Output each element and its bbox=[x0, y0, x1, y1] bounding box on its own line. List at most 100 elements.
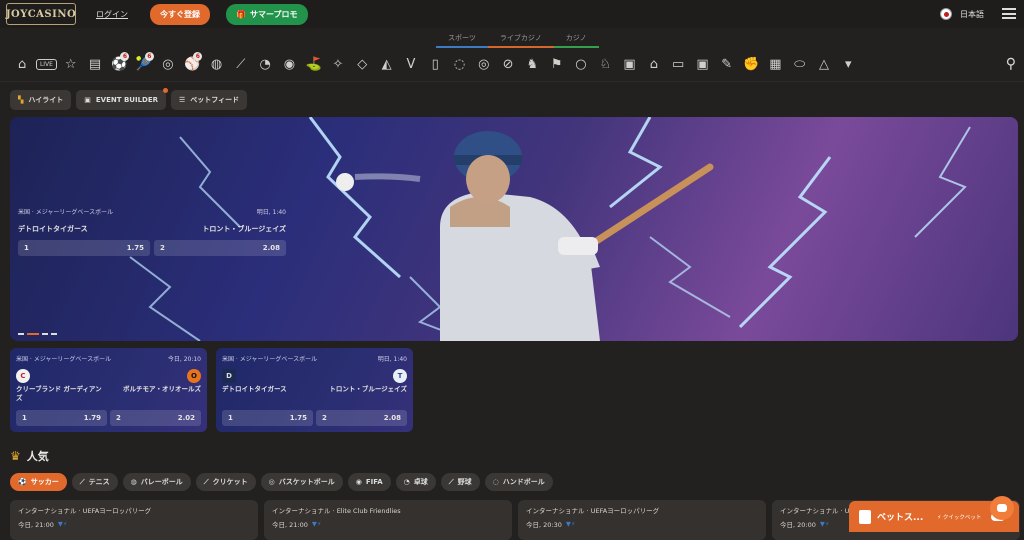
odds-label: 2 bbox=[116, 414, 121, 422]
carousel-dot[interactable] bbox=[18, 333, 24, 335]
event-time: 今日, 21:00 bbox=[18, 521, 54, 529]
chat-support-icon[interactable] bbox=[990, 496, 1014, 520]
betslip-list-icon[interactable]: ▤ bbox=[83, 55, 107, 75]
match-card[interactable]: 米国 · メジャーリーグベースボール 今日, 20:10 C O クリーブランド… bbox=[10, 348, 207, 432]
bet-feed-label: ベットフィード bbox=[190, 96, 240, 104]
site-logo[interactable]: JOYCASINO bbox=[6, 3, 76, 25]
tab-soccer[interactable]: ⚽ サッカー bbox=[10, 473, 67, 491]
carousel-dot[interactable] bbox=[51, 333, 57, 335]
golf-icon[interactable]: ⛳ bbox=[302, 55, 326, 75]
tab-fifa[interactable]: ◉ FIFA bbox=[347, 473, 391, 491]
odds-button-1[interactable]: 1 1.75 bbox=[18, 240, 150, 256]
calendar-icon: ▣ bbox=[84, 96, 91, 104]
chess-icon[interactable]: ♞ bbox=[520, 55, 544, 75]
cricket-icon[interactable]: ⟋ bbox=[229, 55, 253, 75]
snooker-icon[interactable]: ○ bbox=[569, 55, 593, 75]
basketball-icon[interactable]: ◎ bbox=[156, 55, 180, 75]
carousel-dots[interactable] bbox=[18, 333, 57, 335]
tab-basketball[interactable]: ◎ バスケットボール bbox=[260, 473, 343, 491]
home-icon[interactable]: ⌂ bbox=[10, 55, 34, 75]
shirt-icon: ▼⚡ bbox=[311, 520, 322, 528]
odds-label: 2 bbox=[160, 244, 165, 252]
featured-match-card[interactable]: 米国 · メジャーリーグベースボール 明日, 1:40 デトロイトタイガース ト… bbox=[18, 207, 286, 256]
world-icon[interactable]: ◉ bbox=[277, 55, 301, 75]
count-badge: 6 bbox=[144, 51, 154, 61]
hero-banner[interactable]: 米国 · メジャーリーグベースボール 明日, 1:40 デトロイトタイガース ト… bbox=[10, 117, 1018, 341]
event-card[interactable]: インターナショナル · UEFAヨーロッパリーグ 今日, 21:00 ▼⚡ bbox=[10, 500, 258, 540]
odds-button-1[interactable]: 1 1.79 bbox=[16, 410, 107, 426]
event-time-row: 今日, 21:00 ▼⚡ bbox=[18, 519, 250, 529]
esports-icon[interactable]: ◭ bbox=[374, 55, 398, 75]
language-selector[interactable]: 日本語 bbox=[940, 8, 984, 20]
match-teams: デトロイトタイガース トロント・ブルージェイズ bbox=[222, 385, 407, 405]
house-icon[interactable]: ⌂ bbox=[642, 55, 666, 75]
bowling-icon[interactable]: △ bbox=[812, 55, 836, 75]
odds-button-1[interactable]: 1 1.75 bbox=[222, 410, 313, 426]
carousel-dot-active[interactable] bbox=[27, 333, 39, 335]
team2-name: トロント・ブルージェイズ bbox=[202, 225, 286, 233]
tab-label: バレーボール bbox=[140, 478, 183, 486]
odds-button-2[interactable]: 2 2.08 bbox=[316, 410, 407, 426]
vr-soccer-icon[interactable]: ▣ bbox=[690, 55, 714, 75]
summer-promo-label: サマープロモ bbox=[249, 9, 298, 19]
team1-name: クリーブランド ガーディアンズ bbox=[16, 385, 102, 403]
betslip-label: ベットス... bbox=[877, 513, 924, 523]
hamburger-menu-icon[interactable] bbox=[1002, 8, 1016, 19]
rugby-icon[interactable]: ⬭ bbox=[788, 55, 812, 75]
tab-table-tennis[interactable]: ◔ 卓球 bbox=[395, 473, 436, 491]
match-card[interactable]: 米国 · メジャーリーグベースボール 明日, 1:40 D T デトロイトタイガ… bbox=[216, 348, 413, 432]
table-tennis-icon[interactable]: ◔ bbox=[253, 55, 277, 75]
ticket-icon[interactable]: ◇ bbox=[350, 55, 374, 75]
highlight-label: ハイライト bbox=[28, 96, 64, 104]
nba-icon[interactable]: ▭ bbox=[666, 55, 690, 75]
filter-buttons: ▚ ハイライト ▣ EVENT BUILDER ☰ ベットフィード bbox=[10, 88, 248, 110]
match-teams: クリーブランド ガーディアンズ ボルチモア・オリオールズ bbox=[16, 385, 201, 405]
favorites-star-icon[interactable]: ☆ bbox=[59, 55, 83, 75]
login-link[interactable]: ログイン bbox=[96, 9, 128, 20]
tab-cricket[interactable]: ⟋ クリケット bbox=[195, 473, 256, 491]
hockey-icon[interactable]: ▯ bbox=[423, 55, 447, 75]
bet-feed-button[interactable]: ☰ ベットフィード bbox=[171, 90, 248, 110]
tab-volleyball[interactable]: ◍ バレーボール bbox=[122, 473, 191, 491]
register-button[interactable]: 今すぐ登録 bbox=[150, 3, 210, 25]
tab-tennis[interactable]: ⟋ テニス bbox=[71, 473, 118, 491]
highlight-filter-button[interactable]: ▚ ハイライト bbox=[10, 90, 72, 110]
keno-icon[interactable]: ▦ bbox=[763, 55, 787, 75]
event-builder-button[interactable]: ▣ EVENT BUILDER bbox=[76, 88, 169, 110]
tab-handball[interactable]: ◌ ハンドボール bbox=[484, 473, 553, 491]
volleyball-icon[interactable]: ◍ bbox=[204, 55, 228, 75]
tab-casino[interactable]: カジノ bbox=[553, 33, 599, 48]
odds-value: 1.75 bbox=[289, 414, 307, 422]
tab-live-casino[interactable]: ライブカジノ bbox=[487, 33, 554, 48]
notification-dot bbox=[163, 88, 169, 93]
more-sports-icon[interactable]: ▾ bbox=[836, 55, 860, 75]
baseball-bat-icon[interactable]: ⚾ 6 bbox=[180, 51, 204, 75]
badminton-icon[interactable]: ✎ bbox=[715, 55, 739, 75]
search-icon[interactable]: ⚲ bbox=[1006, 56, 1016, 72]
odds-button-2[interactable]: 2 2.02 bbox=[110, 410, 201, 426]
popular-sport-tabs: ⚽ サッカー ⟋ テニス ◍ バレーボール ⟋ クリケット ◎ バスケットボール ◉ FIF… bbox=[10, 473, 553, 491]
count-badge: 6 bbox=[120, 51, 130, 61]
tennis-icon[interactable]: 🎾 6 bbox=[131, 51, 155, 75]
horse-racing-icon[interactable]: ♘ bbox=[593, 55, 617, 75]
blue-jays-logo-icon: T bbox=[393, 369, 407, 383]
event-card[interactable]: インターナショナル · UEFAヨーロッパリーグ 今日, 20:30 ▼⚡ bbox=[518, 500, 766, 540]
billiards-icon[interactable]: ⊘ bbox=[496, 55, 520, 75]
event-time: 今日, 20:00 bbox=[780, 521, 816, 529]
event-time: 今日, 20:30 bbox=[526, 521, 562, 529]
summer-promo-button[interactable]: 🎁 サマープロモ bbox=[226, 3, 308, 25]
tab-baseball[interactable]: ⟋ 野球 bbox=[440, 473, 480, 491]
event-card[interactable]: インターナショナル · Elite Club Friendlies 今日, 21… bbox=[264, 500, 512, 540]
boxing-icon[interactable]: ✊ bbox=[739, 55, 763, 75]
lottery-icon[interactable]: ▣ bbox=[617, 55, 641, 75]
racing-flag-icon[interactable]: ⚑ bbox=[545, 55, 569, 75]
valorant-icon[interactable]: V bbox=[399, 55, 423, 75]
live-icon[interactable]: LIVE bbox=[34, 55, 58, 75]
soccer-ball-icon[interactable]: ⚽ 6 bbox=[107, 51, 131, 75]
odds-button-2[interactable]: 2 2.08 bbox=[154, 240, 286, 256]
shooting-icon[interactable]: ✧ bbox=[326, 55, 350, 75]
tab-sports[interactable]: スポーツ bbox=[436, 33, 488, 48]
darts-icon[interactable]: ◎ bbox=[472, 55, 496, 75]
carousel-dot[interactable] bbox=[42, 333, 48, 335]
ball-icon[interactable]: ◌ bbox=[447, 55, 471, 75]
